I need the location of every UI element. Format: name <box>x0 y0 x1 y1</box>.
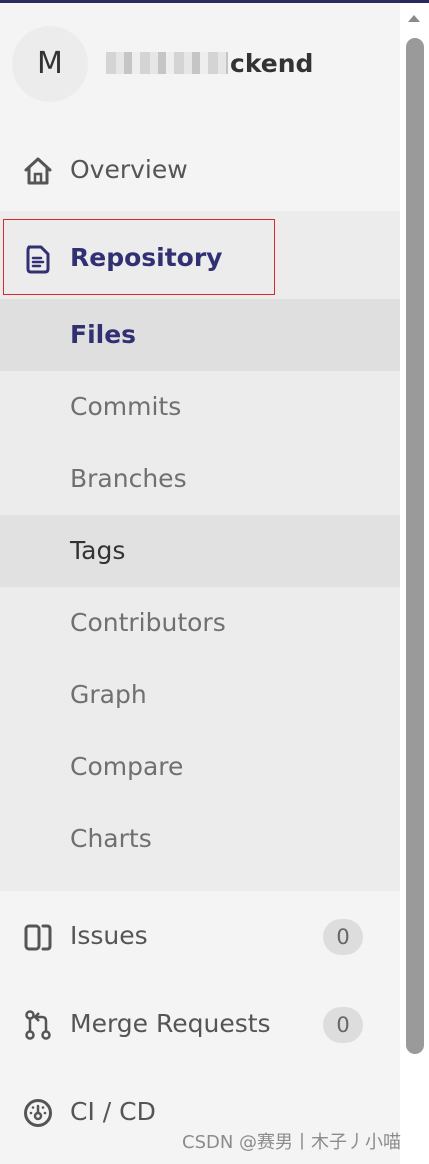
nav-repository-graph[interactable]: Graph <box>0 659 400 731</box>
nav-repository-charts[interactable]: Charts <box>0 803 400 875</box>
rocket-gauge-icon <box>24 1099 52 1127</box>
watermark-text: CSDN @赛男丨木子丿小喵 <box>182 1132 402 1153</box>
nav-issues-label: Issues <box>70 921 148 950</box>
scrollbar-thumb[interactable] <box>406 38 424 1054</box>
home-icon <box>24 157 52 185</box>
sub-item-label: Branches <box>70 464 187 493</box>
issues-icon <box>24 924 52 951</box>
nav-repository-commits[interactable]: Commits <box>0 371 400 443</box>
nav-repository-tags[interactable]: Tags <box>0 515 400 587</box>
sub-item-label: Graph <box>70 680 147 709</box>
nav-repository-label: Repository <box>70 243 223 272</box>
sub-item-label: Contributors <box>70 608 226 637</box>
nav-repository-files[interactable]: Files <box>0 299 400 371</box>
nav-repository[interactable]: Repository <box>0 213 400 301</box>
issues-count-badge: 0 <box>323 919 363 955</box>
sub-item-label: Commits <box>70 392 182 421</box>
sub-item-label: Files <box>70 320 137 349</box>
sub-item-label: Charts <box>70 824 152 853</box>
merge-request-icon <box>25 1010 51 1040</box>
nav-repository-branches[interactable]: Branches <box>0 443 400 515</box>
project-name[interactable]: ckend <box>230 49 313 78</box>
project-header[interactable]: M ckend <box>0 3 400 125</box>
nav-repository-contributors[interactable]: Contributors <box>0 587 400 659</box>
project-name-wrap[interactable]: ckend <box>106 45 313 81</box>
document-icon <box>26 245 50 274</box>
nav-repository-compare[interactable]: Compare <box>0 731 400 803</box>
scroll-up-arrow-icon[interactable] <box>404 8 424 28</box>
sub-item-label: Compare <box>70 752 184 781</box>
project-sidebar: M ckend Overview Repository Files Commit… <box>0 3 400 1164</box>
sub-item-label: Tags <box>70 536 126 565</box>
nav-merge-requests[interactable]: Merge Requests 0 <box>0 985 400 1069</box>
nav-overview[interactable]: Overview <box>0 129 400 213</box>
merge-requests-count-badge: 0 <box>323 1007 363 1043</box>
nav-ci-cd-label: CI / CD <box>70 1097 156 1126</box>
redacted-project-name <box>106 52 228 74</box>
nav-issues[interactable]: Issues 0 <box>0 897 400 981</box>
project-avatar[interactable]: M <box>12 26 88 102</box>
nav-merge-requests-label: Merge Requests <box>70 1009 271 1038</box>
nav-overview-label: Overview <box>70 155 188 184</box>
